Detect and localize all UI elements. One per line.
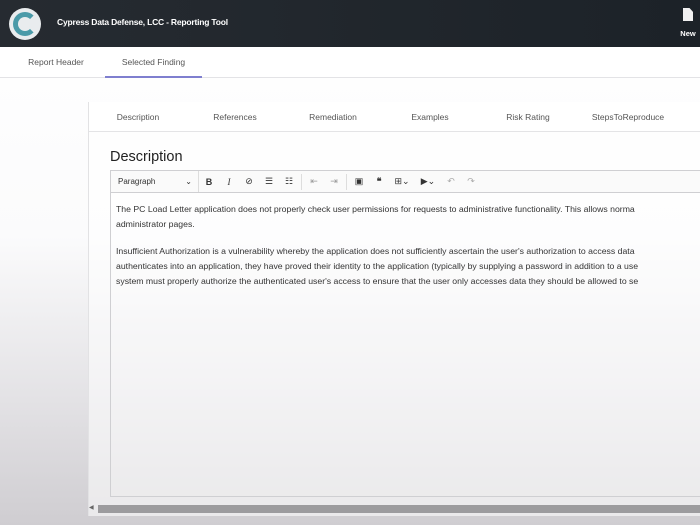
- editor-toolbar: Paragraph ⌄ B I ⊘ ☰ ☷ ⇤ ⇥ ▣ ❝ ⊞⌄ ▶⌄ ↶ ↷: [110, 170, 700, 193]
- undo-icon[interactable]: ↶: [441, 176, 461, 187]
- app-header: Cypress Data Defense, LCC - Reporting To…: [0, 0, 700, 47]
- tab-report-header[interactable]: Report Header: [12, 47, 100, 78]
- paragraph-line: authenticates into an application, they …: [116, 261, 639, 271]
- tab-references[interactable]: References: [213, 102, 256, 132]
- indent-icon[interactable]: ⇥: [324, 176, 344, 187]
- top-tabs: Report Header Selected Finding: [0, 47, 700, 78]
- tab-steps-to-reproduce[interactable]: StepsToReproduce: [592, 102, 664, 132]
- finding-card: Description References Remediation Examp…: [88, 102, 700, 516]
- table-icon[interactable]: ⊞⌄: [389, 176, 415, 187]
- bulleted-list-icon[interactable]: ☰: [259, 176, 279, 187]
- section-title: Description: [110, 149, 183, 165]
- media-icon[interactable]: ▶⌄: [415, 176, 441, 187]
- paragraph-line: Insufficient Authorization is a vulnerab…: [116, 246, 635, 256]
- tab-remediation[interactable]: Remediation: [309, 102, 357, 132]
- block-format-value: Paragraph: [118, 177, 156, 186]
- block-format-select[interactable]: Paragraph ⌄: [111, 171, 199, 192]
- link-icon[interactable]: ⊘: [239, 176, 259, 187]
- scroll-left-arrow-icon[interactable]: ◀: [89, 504, 94, 511]
- paragraph-line: administrator pages.: [116, 219, 195, 229]
- outdent-icon[interactable]: ⇤: [304, 176, 324, 187]
- bold-icon[interactable]: B: [199, 177, 219, 187]
- paragraph-line: The PC Load Letter application does not …: [116, 204, 635, 214]
- tab-risk-rating[interactable]: Risk Rating: [506, 102, 549, 132]
- finding-tabs: Description References Remediation Examp…: [89, 102, 700, 132]
- italic-icon[interactable]: I: [219, 177, 239, 187]
- app-title: Cypress Data Defense, LCC - Reporting To…: [57, 17, 228, 27]
- document-icon: [683, 8, 693, 21]
- rich-text-editor[interactable]: The PC Load Letter application does not …: [110, 193, 700, 497]
- paragraph-line: system must properly authorize the authe…: [116, 276, 639, 286]
- new-button[interactable]: New: [676, 8, 700, 38]
- horizontal-scrollbar[interactable]: [98, 505, 700, 513]
- tab-examples[interactable]: Examples: [411, 102, 448, 132]
- redo-icon[interactable]: ↷: [461, 176, 481, 187]
- app-logo[interactable]: [9, 8, 41, 40]
- tab-description[interactable]: Description: [117, 102, 160, 132]
- image-icon[interactable]: ▣: [349, 176, 369, 187]
- numbered-list-icon[interactable]: ☷: [279, 176, 299, 187]
- tab-selected-finding[interactable]: Selected Finding: [105, 47, 202, 78]
- chevron-down-icon: ⌄: [185, 177, 192, 186]
- blockquote-icon[interactable]: ❝: [369, 176, 389, 187]
- new-label: New: [680, 29, 696, 38]
